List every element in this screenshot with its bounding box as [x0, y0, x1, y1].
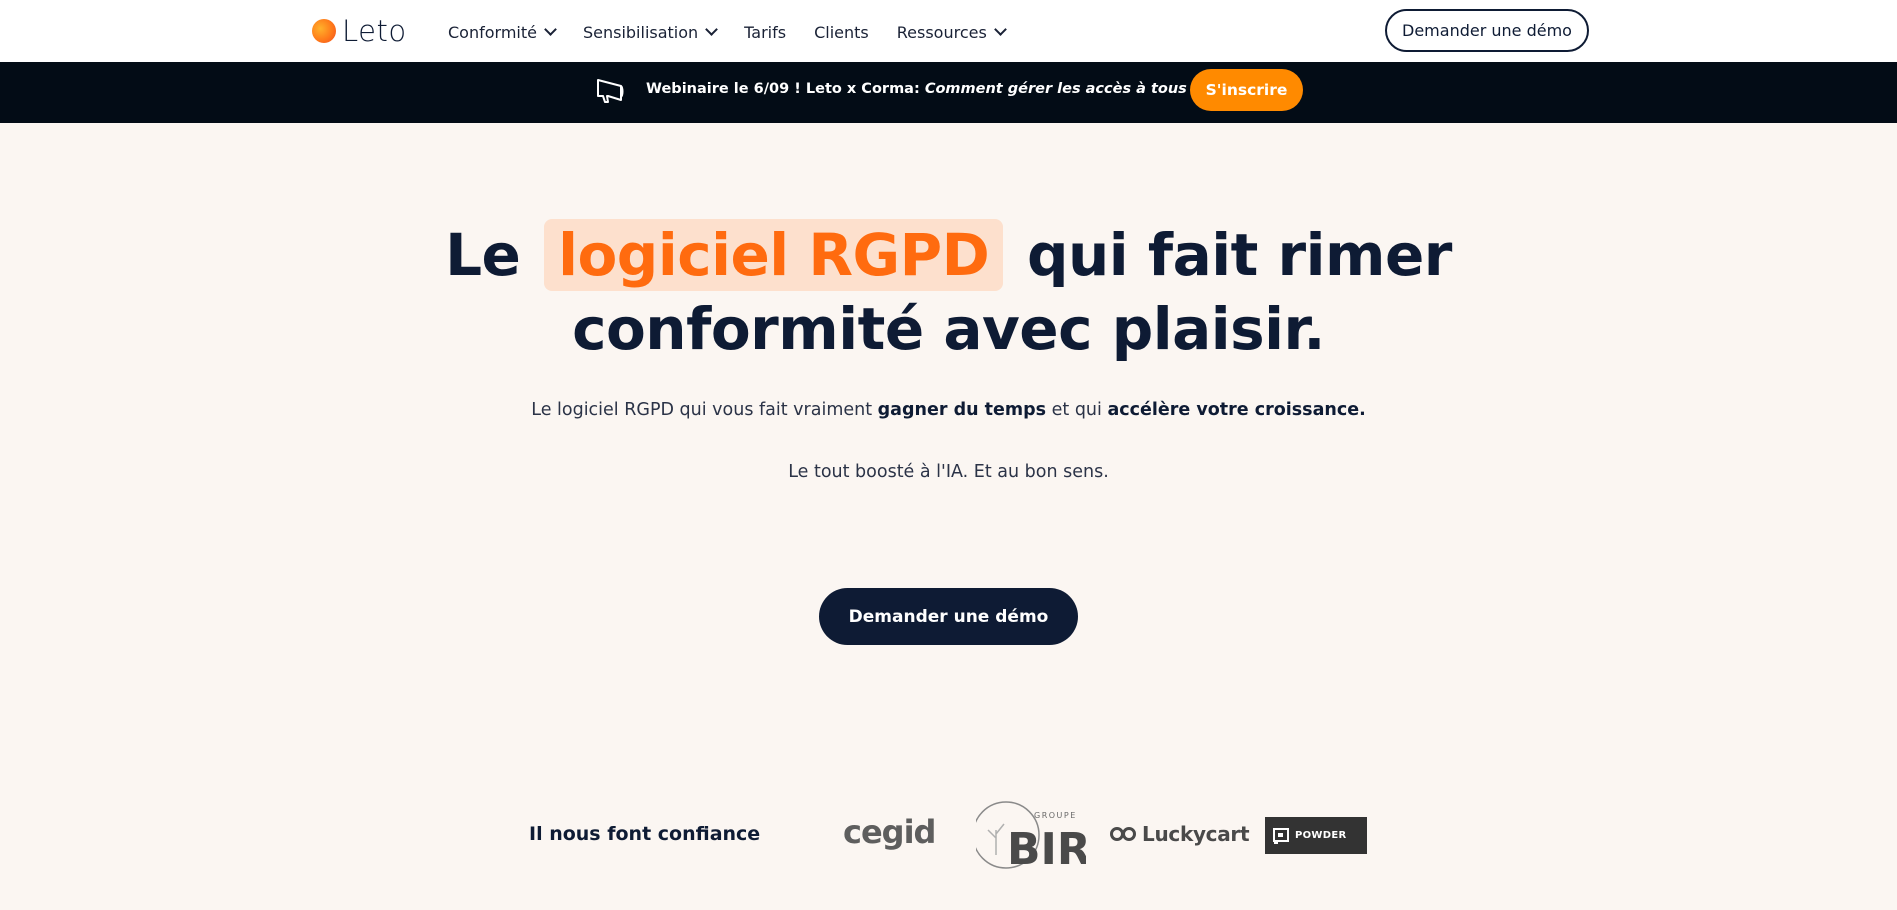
menu-item-label: Tarifs	[744, 22, 787, 42]
leto-logo[interactable]: Leto	[312, 14, 407, 48]
menu-item-label: Conformité	[448, 22, 537, 42]
menu-item-label: Ressources	[896, 22, 987, 42]
powder-mark-icon	[1273, 827, 1289, 844]
powder-logo: POWDER	[1265, 817, 1367, 854]
menu-item-ressources[interactable]: Ressources	[896, 22, 1007, 42]
powder-text: POWDER	[1295, 830, 1347, 841]
hero-title-highlight: logiciel RGPD	[544, 219, 1004, 291]
hero-title-line2: conformité avec plaisir.	[572, 295, 1325, 363]
menu-item-clients[interactable]: Clients	[814, 23, 869, 42]
subtitle-text: Le logiciel RGPD qui vous fait vraiment	[531, 400, 878, 420]
main-menu: Conformité Sensibilisation Tarifs Client…	[448, 19, 1033, 45]
luckycart-text: Luckycart	[1142, 822, 1250, 846]
chevron-down-icon	[705, 23, 719, 36]
bir-small-text: GROUPE	[1034, 811, 1077, 820]
webinar-banner: Webinaire le 6/09 ! Leto x Corma: Commen…	[0, 62, 1897, 123]
hero-title-part1: Le	[445, 221, 521, 289]
banner-text-prefix: Webinaire le 6/09 ! Leto x Corma:	[646, 81, 925, 97]
luckycart-mark-icon	[1110, 827, 1136, 841]
menu-item-label: Sensibilisation	[582, 22, 699, 42]
logo-mark-icon	[312, 19, 336, 43]
hero-subtitle-2: Le tout boosté à l'IA. Et au bon sens.	[788, 462, 1109, 482]
chevron-down-icon	[544, 23, 557, 36]
hero-title-part2: qui fait rimer	[1027, 221, 1452, 289]
logo-text: Leto	[342, 14, 407, 48]
chevron-down-icon	[993, 23, 1007, 36]
subtitle-emphasis: gagner du temps	[877, 400, 1047, 420]
menu-item-sensibilisation[interactable]: Sensibilisation	[582, 22, 719, 42]
nav-demo-button[interactable]: Demander une démo	[1385, 9, 1589, 52]
hero-title: Le logiciel RGPD qui fait rimer conformi…	[0, 218, 1897, 366]
menu-item-label: Clients	[814, 22, 869, 42]
menu-item-conformite[interactable]: Conformité	[448, 22, 557, 42]
subtitle-emphasis: accélère votre croissance.	[1107, 400, 1366, 420]
groupe-bir-logo: GROUPE BIR	[976, 801, 1086, 870]
hero-subtitle: Le logiciel RGPD qui vous fait vraiment …	[0, 400, 1897, 420]
menu-item-tarifs[interactable]: Tarifs	[744, 23, 786, 42]
megaphone-icon	[597, 79, 624, 103]
luckycart-logo: Luckycart	[1110, 821, 1250, 847]
register-button[interactable]: S'inscrire	[1190, 69, 1303, 111]
cegid-logo: cegid	[843, 813, 936, 851]
top-nav: Leto Conformité Sensibilisation Tarifs C…	[0, 0, 1897, 62]
subtitle-text: et qui	[1046, 400, 1108, 420]
hero-demo-button[interactable]: Demander une démo	[819, 588, 1078, 645]
trust-label: Il nous font confiance	[529, 823, 761, 845]
bir-big-text: BIR	[1007, 824, 1086, 870]
